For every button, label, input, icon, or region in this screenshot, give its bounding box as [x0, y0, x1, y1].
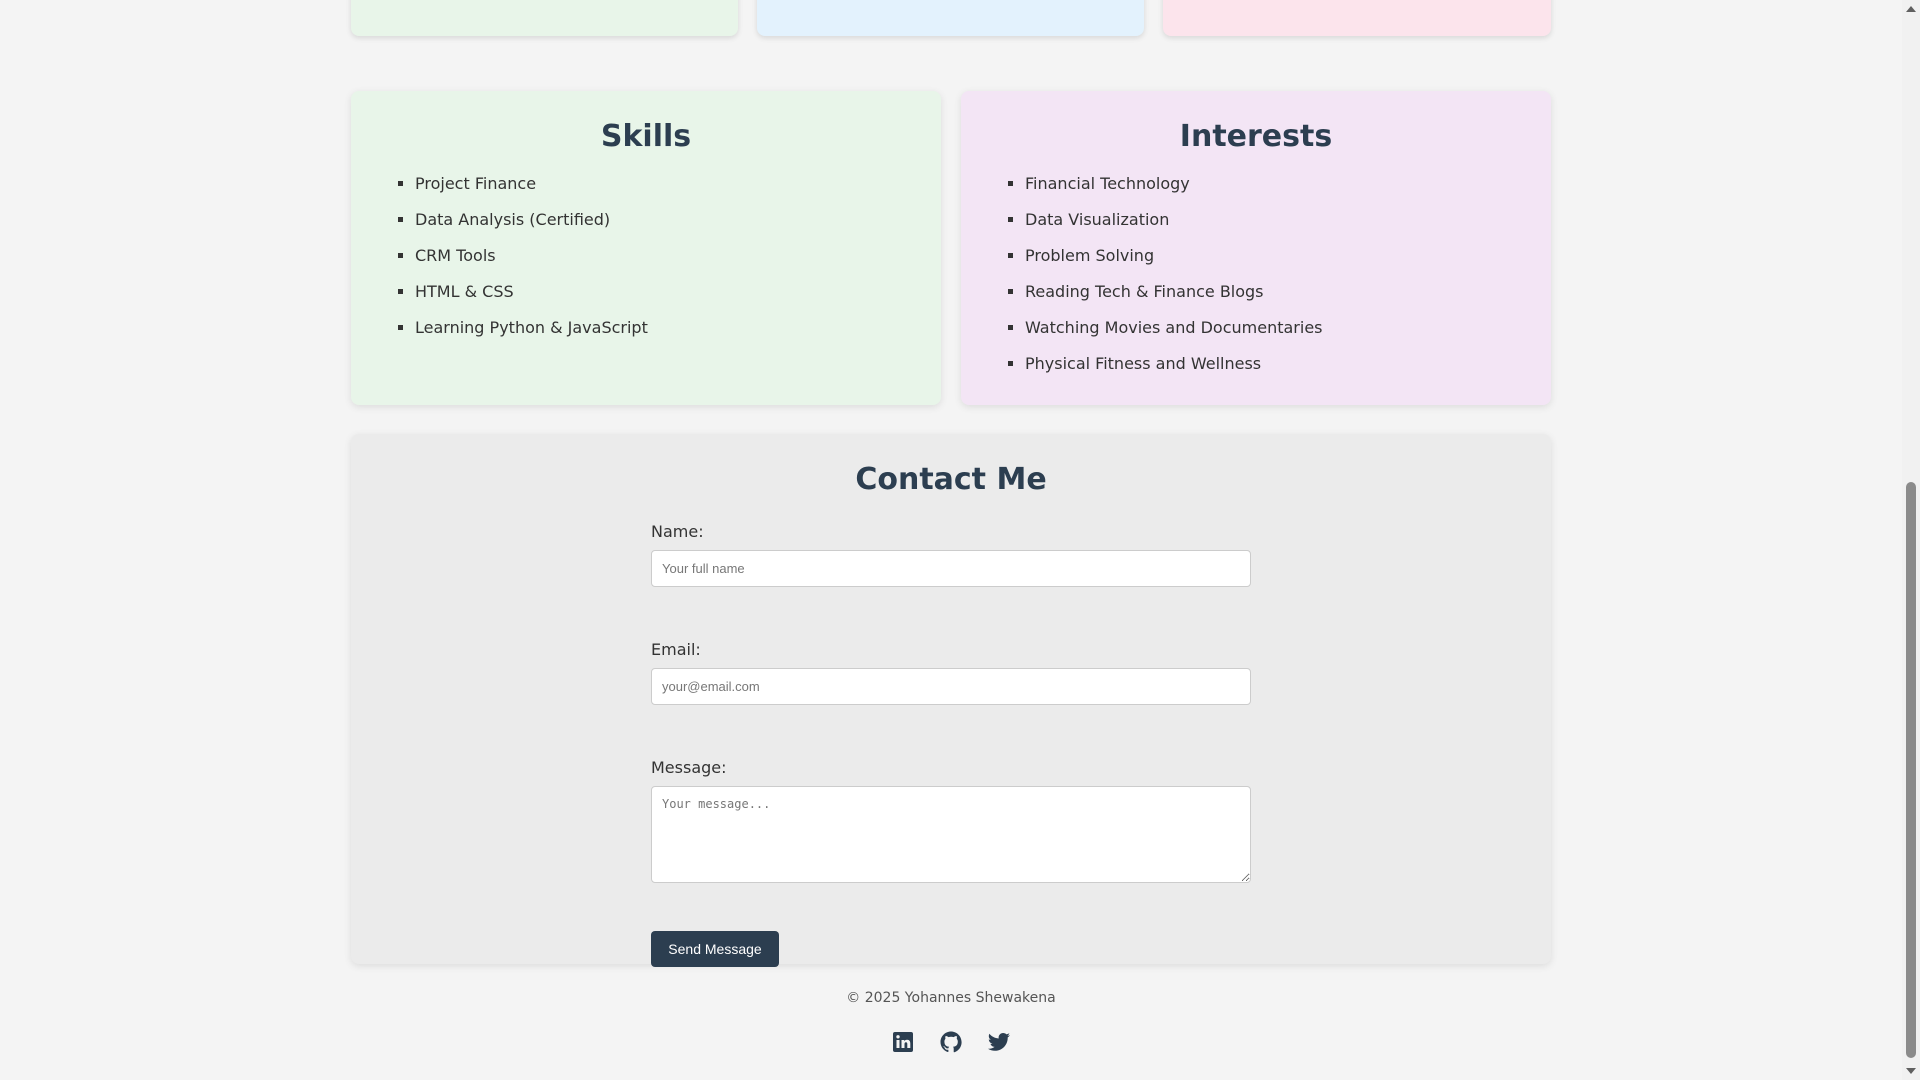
skills-card: Skills Project Finance Data Analysis (Ce… [351, 91, 941, 405]
list-item: Data Visualization [1025, 210, 1527, 230]
email-label: Email: [651, 640, 701, 659]
social-links [0, 1030, 1902, 1054]
email-input[interactable] [651, 668, 1251, 705]
scrollbar-thumb[interactable] [1906, 482, 1916, 1058]
list-item: Project Finance [415, 174, 917, 194]
interests-title: Interests [1179, 119, 1333, 154]
interests-list: Financial Technology Data Visualization … [985, 174, 1527, 374]
list-item: Reading Tech & Finance Blogs [1025, 282, 1527, 302]
skills-list: Project Finance Data Analysis (Certified… [375, 174, 917, 338]
list-item: HTML & CSS [415, 282, 917, 302]
list-item: Problem Solving [1025, 246, 1527, 266]
top-card-1 [351, 0, 738, 36]
top-card-3 [1163, 0, 1551, 36]
linkedin-icon[interactable] [891, 1030, 915, 1054]
contact-form: Name: Email: Message: Send Message [651, 522, 1251, 967]
footer-copyright: © 2025 Yohannes Shewakena [846, 990, 1056, 1006]
contact-section: Contact Me Name: Email: Message: Send Me… [351, 434, 1551, 967]
list-item: CRM Tools [415, 246, 917, 266]
name-input[interactable] [651, 550, 1251, 587]
send-message-button[interactable]: Send Message [651, 931, 779, 967]
list-item: Watching Movies and Documentaries [1025, 318, 1527, 338]
list-item: Data Analysis (Certified) [415, 210, 917, 230]
name-label: Name: [651, 522, 704, 541]
list-item: Financial Technology [1025, 174, 1527, 194]
page: Skills Project Finance Data Analysis (Ce… [0, 0, 1902, 1080]
interests-card: Interests Financial Technology Data Visu… [961, 91, 1551, 405]
message-label: Message: [651, 758, 727, 777]
github-icon[interactable] [939, 1030, 963, 1054]
message-textarea[interactable] [651, 786, 1251, 883]
top-card-2 [757, 0, 1144, 36]
scroll-up-arrow-icon[interactable] [1906, 6, 1916, 12]
list-item: Physical Fitness and Wellness [1025, 354, 1527, 374]
vertical-scrollbar[interactable] [1902, 0, 1920, 1080]
skills-title: Skills [600, 119, 692, 154]
scroll-down-arrow-icon[interactable] [1906, 1068, 1916, 1074]
contact-title: Contact Me [855, 462, 1047, 497]
twitter-icon[interactable] [987, 1030, 1011, 1054]
list-item: Learning Python & JavaScript [415, 318, 917, 338]
